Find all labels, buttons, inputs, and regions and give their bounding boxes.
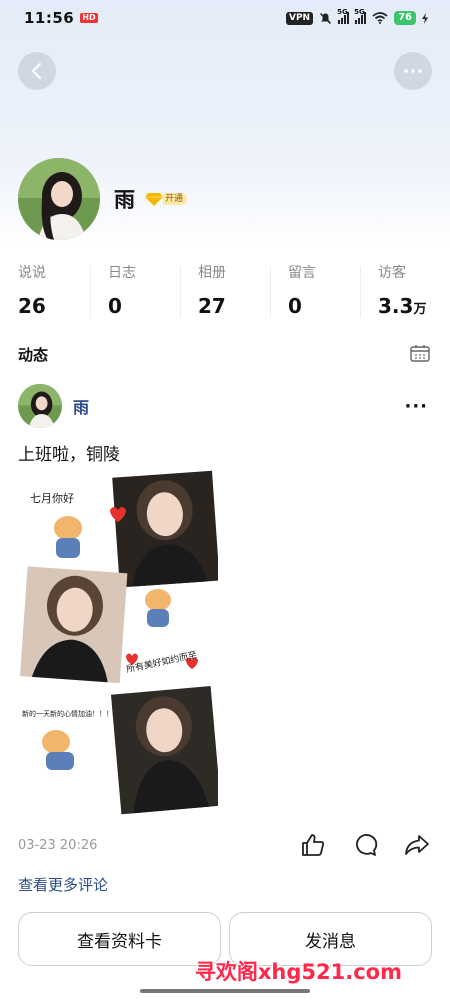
status-icons: VPN 5G 5G 76 <box>285 8 428 25</box>
view-more-comments-link[interactable]: 查看更多评论 <box>18 874 108 895</box>
svg-text:七月你好: 七月你好 <box>30 491 74 505</box>
watermark: 寻欢阁xhg521.com <box>194 960 402 984</box>
more-options-button[interactable] <box>394 52 432 90</box>
post-header: 雨 <box>18 384 89 428</box>
post-timestamp: 03-23 20:26 <box>18 838 98 853</box>
back-button[interactable] <box>18 52 56 90</box>
post-actions <box>300 832 430 858</box>
stat-albums[interactable]: 相册 27 <box>180 262 270 318</box>
stat-blogs[interactable]: 日志 0 <box>90 262 180 318</box>
status-time: 11:56 <box>24 9 75 27</box>
battery-indicator: 76 <box>394 11 416 25</box>
chevron-left-icon <box>31 63 41 79</box>
svg-text:新的一天新的心情加油！！！: 新的一天新的心情加油！！！ <box>22 709 113 718</box>
stat-posts[interactable]: 说说 26 <box>0 262 90 318</box>
vpn-icon: VPN <box>285 11 314 25</box>
like-icon[interactable] <box>300 832 326 858</box>
vip-badge[interactable]: 开通 <box>145 192 188 206</box>
signal-icon-1: 5G <box>337 8 350 24</box>
profile-name: 雨 <box>114 188 135 212</box>
signal-icon-2: 5G <box>354 8 367 24</box>
profile-avatar[interactable] <box>18 158 100 240</box>
post-text: 上班啦，铜陵 <box>18 445 120 465</box>
stats-row: 说说 26 日志 0 相册 27 留言 0 访客 3.3万 <box>0 262 450 318</box>
home-indicator[interactable] <box>140 989 310 993</box>
stat-value: 27 <box>198 294 226 318</box>
post-author-name[interactable]: 雨 <box>73 394 89 418</box>
stat-label: 访客 <box>378 265 406 281</box>
stat-label: 相册 <box>198 265 226 281</box>
stat-value: 0 <box>108 294 122 318</box>
stat-value: 3.3万 <box>378 294 427 318</box>
comment-icon[interactable] <box>352 832 378 858</box>
profile-header: 雨 开通 <box>18 158 188 240</box>
stat-value: 0 <box>288 294 302 318</box>
stat-label: 日志 <box>108 265 136 281</box>
post-more-button[interactable]: ··· <box>404 396 428 417</box>
mute-icon <box>320 12 332 24</box>
stat-visitors[interactable]: 访客 3.3万 <box>360 262 450 318</box>
feed-title: 动态 <box>18 346 49 364</box>
share-icon[interactable] <box>404 832 430 858</box>
stat-messages[interactable]: 留言 0 <box>270 262 360 318</box>
post-author-avatar[interactable] <box>18 384 62 428</box>
charging-icon <box>422 12 428 24</box>
wifi-icon <box>372 12 388 24</box>
status-bar: 11:56 HD VPN 5G 5G 76 <box>0 0 450 36</box>
stat-label: 留言 <box>288 265 316 281</box>
diamond-icon <box>145 193 163 206</box>
hd-badge: HD <box>80 13 98 23</box>
post-image[interactable]: 七月你好 所有美好如约而至 新的一天新的心情加油！！！ <box>18 470 218 822</box>
more-dots-icon <box>404 69 422 73</box>
vip-label: 开通 <box>163 193 188 205</box>
stat-value: 26 <box>18 294 46 318</box>
calendar-icon[interactable] <box>410 344 430 362</box>
stat-label: 说说 <box>18 265 46 281</box>
view-profile-card-button[interactable]: 查看资料卡 <box>18 912 221 966</box>
